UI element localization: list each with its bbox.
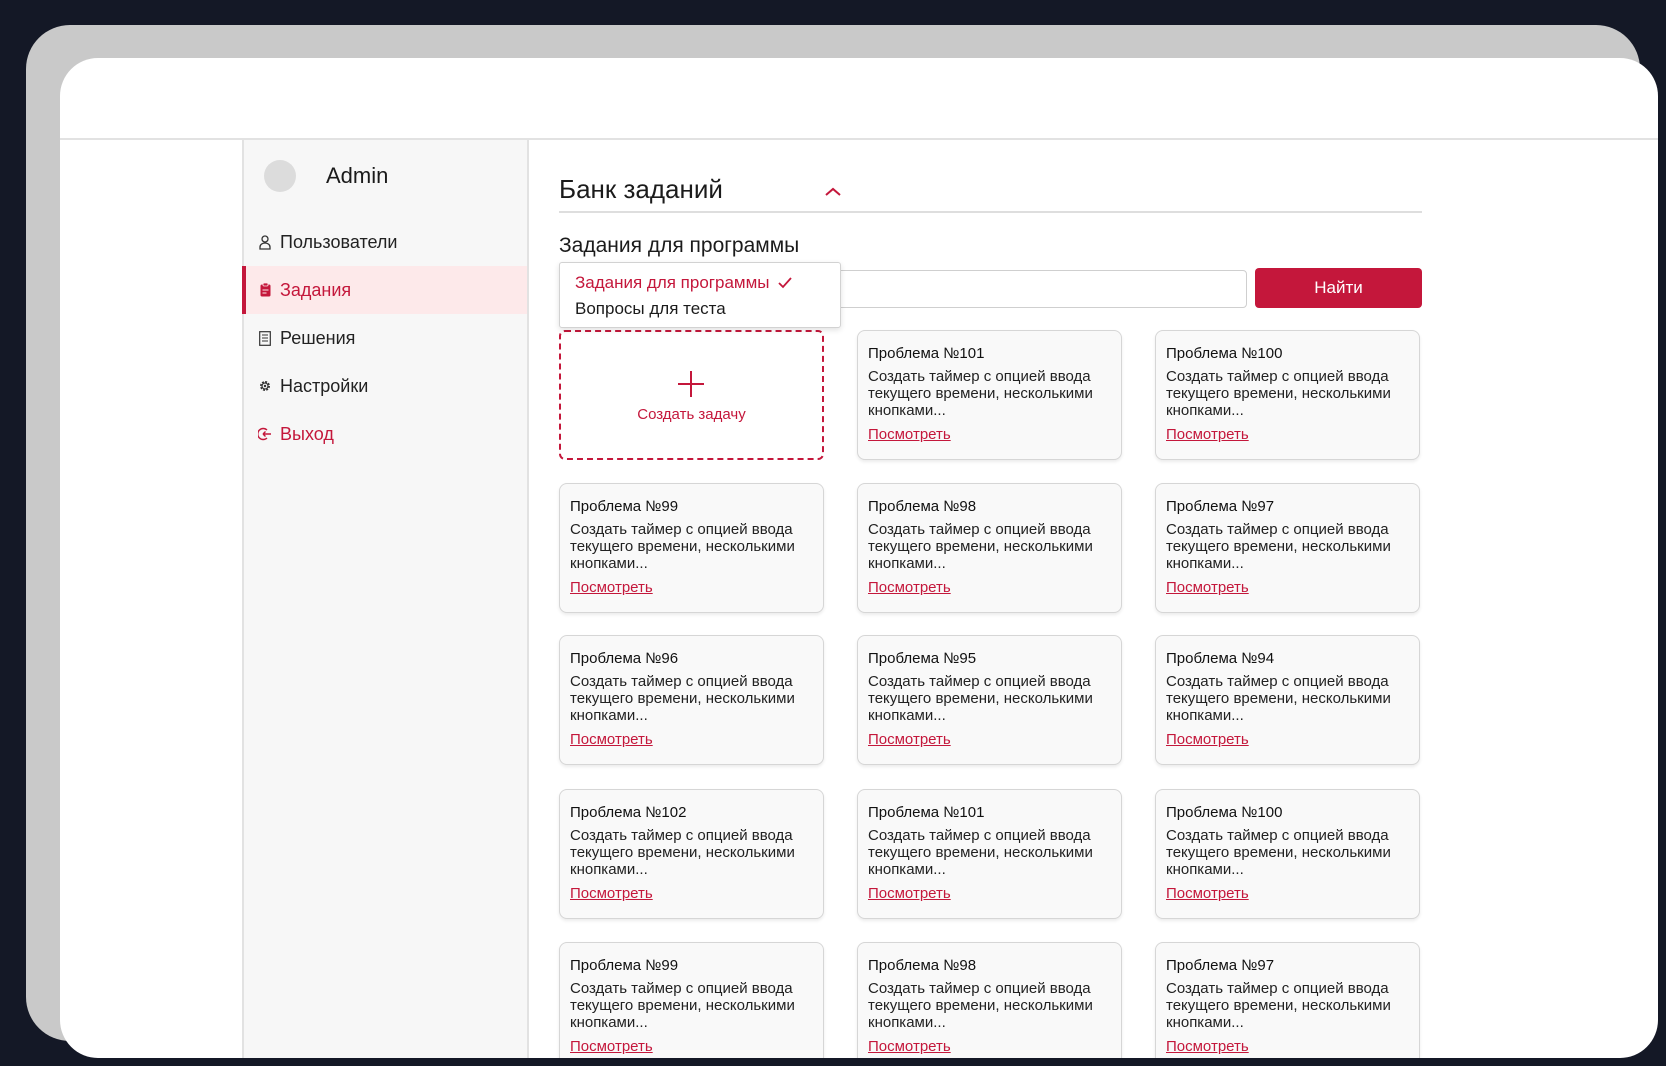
logout-icon (256, 427, 274, 441)
plus-icon (678, 371, 704, 397)
task-card[interactable]: Проблема №102 Создать таймер с опцией вв… (559, 789, 824, 919)
category-dropdown[interactable]: Задания для программы Вопросы для теста (559, 262, 841, 328)
task-card[interactable]: Проблема №100 Создать таймер с опцией вв… (1155, 789, 1420, 919)
task-card[interactable]: Проблема №96 Создать таймер с опцией вво… (559, 635, 824, 765)
task-description: Создать таймер с опцией ввода текущего в… (868, 673, 1093, 724)
task-description: Создать таймер с опцией ввода текущего в… (570, 827, 795, 878)
view-link[interactable]: Посмотреть (868, 579, 951, 596)
task-title: Проблема №98 (868, 498, 977, 515)
sidebar-item-settings[interactable]: Настройки (244, 362, 527, 410)
task-description: Создать таймер с опцией ввода текущего в… (1166, 827, 1391, 878)
task-card[interactable]: Проблема №95 Создать таймер с опцией вво… (857, 635, 1122, 765)
task-card[interactable]: Проблема №97 Создать таймер с опцией вво… (1155, 942, 1420, 1058)
dropdown-option-tests[interactable]: Вопросы для теста (575, 299, 726, 319)
task-card[interactable]: Проблема №97 Создать таймер с опцией вво… (1155, 483, 1420, 613)
user-icon (256, 234, 274, 250)
dropdown-option-label: Задания для программы (575, 273, 770, 292)
sidebar-item-label: Настройки (280, 375, 369, 396)
task-description: Создать таймер с опцией ввода текущего в… (868, 980, 1093, 1031)
task-description: Создать таймер с опцией ввода текущего в… (868, 368, 1093, 419)
sidebar: Admin Пользователи Задания Решения Настр… (242, 140, 529, 1058)
document-icon (256, 330, 274, 346)
task-title: Проблема №97 (1166, 957, 1275, 974)
profile: Admin (264, 160, 388, 192)
view-link[interactable]: Посмотреть (1166, 885, 1249, 902)
sidebar-item-label: Пользователи (280, 231, 398, 252)
sidebar-item-logout[interactable]: Выход (244, 410, 527, 458)
task-title: Проблема №94 (1166, 650, 1275, 667)
task-title: Проблема №95 (868, 650, 977, 667)
task-card[interactable]: Проблема №99 Создать таймер с опцией вво… (559, 942, 824, 1058)
check-icon (777, 277, 792, 289)
main-content: Банк заданий Задания для программы Найти… (527, 140, 1658, 1058)
device-frame: Admin Пользователи Задания Решения Настр… (26, 25, 1658, 1058)
task-card[interactable]: Проблема №100 Создать таймер с опцией вв… (1155, 330, 1420, 460)
task-title: Проблема №99 (570, 957, 679, 974)
task-title: Проблема №100 (1166, 345, 1283, 362)
create-task-button[interactable]: Создать задачу (559, 330, 824, 460)
task-description: Создать таймер с опцией ввода текущего в… (1166, 368, 1391, 419)
task-card[interactable]: Проблема №98 Создать таймер с опцией вво… (857, 483, 1122, 613)
task-title: Проблема №101 (868, 345, 985, 362)
avatar[interactable] (264, 160, 296, 192)
task-description: Создать таймер с опцией ввода текущего в… (868, 827, 1093, 878)
task-description: Создать таймер с опцией ввода текущего в… (1166, 980, 1391, 1031)
task-card[interactable]: Проблема №101 Создать таймер с опцией вв… (857, 330, 1122, 460)
task-description: Создать таймер с опцией ввода текущего в… (1166, 521, 1391, 572)
task-title: Проблема №101 (868, 804, 985, 821)
sidebar-nav: Пользователи Задания Решения Настройки В… (242, 218, 527, 458)
task-title: Проблема №100 (1166, 804, 1283, 821)
sidebar-item-tasks[interactable]: Задания (242, 266, 527, 314)
view-link[interactable]: Посмотреть (570, 1038, 653, 1055)
top-bar (60, 58, 1658, 140)
task-description: Создать таймер с опцией ввода текущего в… (570, 521, 795, 572)
user-name: Admin (326, 163, 389, 188)
sidebar-item-label: Задания (280, 279, 352, 300)
section-title: Задания для программы (559, 234, 800, 257)
task-title: Проблема №98 (868, 957, 977, 974)
view-link[interactable]: Посмотреть (1166, 731, 1249, 748)
task-card[interactable]: Проблема №101 Создать таймер с опцией вв… (857, 789, 1122, 919)
task-description: Создать таймер с опцией ввода текущего в… (570, 980, 795, 1031)
app-window: Admin Пользователи Задания Решения Настр… (60, 58, 1658, 1058)
view-link[interactable]: Посмотреть (868, 731, 951, 748)
view-link[interactable]: Посмотреть (1166, 1038, 1249, 1055)
gear-icon (256, 379, 274, 393)
task-card[interactable]: Проблема №94 Создать таймер с опцией вво… (1155, 635, 1420, 765)
task-card[interactable]: Проблема №98 Создать таймер с опцией вво… (857, 942, 1122, 1058)
create-task-label: Создать задачу (637, 406, 746, 423)
view-link[interactable]: Посмотреть (570, 885, 653, 902)
dropdown-option-programs[interactable]: Задания для программы (575, 273, 792, 293)
search-button[interactable]: Найти (1255, 268, 1422, 308)
chevron-up-icon[interactable] (823, 185, 843, 199)
task-title: Проблема №97 (1166, 498, 1275, 515)
task-title: Проблема №96 (570, 650, 679, 667)
view-link[interactable]: Посмотреть (570, 579, 653, 596)
view-link[interactable]: Посмотреть (1166, 426, 1249, 443)
view-link[interactable]: Посмотреть (868, 885, 951, 902)
view-link[interactable]: Посмотреть (570, 731, 653, 748)
task-title: Проблема №102 (570, 804, 687, 821)
dropdown-option-label: Вопросы для теста (575, 299, 726, 318)
sidebar-item-users[interactable]: Пользователи (244, 218, 527, 266)
task-description: Создать таймер с опцией ввода текущего в… (570, 673, 795, 724)
task-card[interactable]: Проблема №99 Создать таймер с опцией вво… (559, 483, 824, 613)
view-link[interactable]: Посмотреть (868, 426, 951, 443)
sidebar-item-solutions[interactable]: Решения (244, 314, 527, 362)
task-description: Создать таймер с опцией ввода текущего в… (868, 521, 1093, 572)
task-description: Создать таймер с опцией ввода текущего в… (1166, 673, 1391, 724)
clipboard-icon (256, 283, 274, 297)
view-link[interactable]: Посмотреть (1166, 579, 1249, 596)
divider (559, 211, 1422, 213)
view-link[interactable]: Посмотреть (868, 1038, 951, 1055)
page-title: Банк заданий (559, 174, 723, 204)
task-title: Проблема №99 (570, 498, 679, 515)
sidebar-item-label: Решения (280, 327, 356, 348)
sidebar-item-label: Выход (280, 423, 334, 444)
